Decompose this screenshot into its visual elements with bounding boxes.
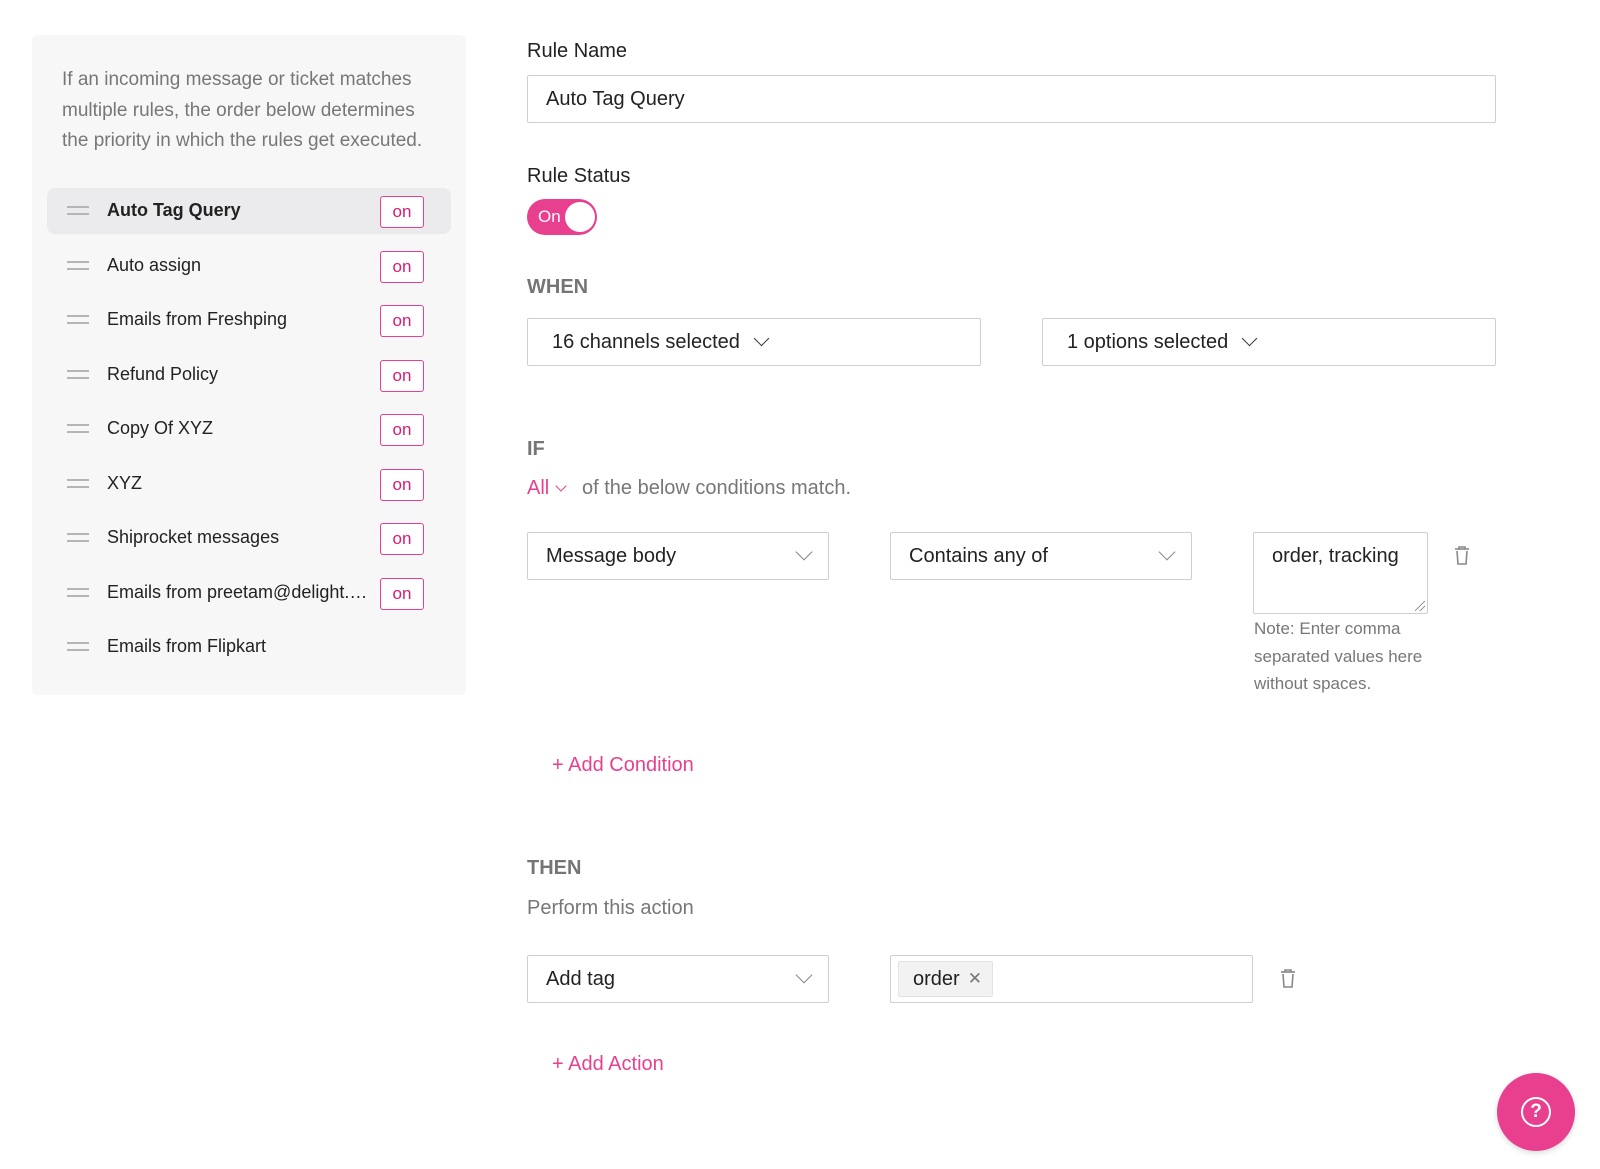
sidebar-priority-note: If an incoming message or ticket matches… <box>62 69 423 151</box>
drag-handle-icon[interactable] <box>67 260 89 270</box>
toggle-knob <box>565 202 595 232</box>
rule-item-shiprocket-messages[interactable]: Shiprocket messages on <box>47 515 451 561</box>
rule-item-label: Emails from preetam@delight.c... <box>107 581 369 602</box>
help-button[interactable]: ? <box>1497 1073 1575 1151</box>
drag-handle-icon[interactable] <box>67 587 89 597</box>
rule-status-badge: on <box>380 305 424 337</box>
condition-field-value: Message body <box>546 544 677 567</box>
rule-item-label: Copy Of XYZ <box>107 418 214 438</box>
delete-condition-trash-icon[interactable] <box>1452 544 1472 568</box>
rule-item-emails-from-flipkart[interactable]: Emails from Flipkart <box>47 624 451 670</box>
add-action-button[interactable]: + Add Action <box>552 1053 664 1076</box>
rule-name-value: Auto Tag Query <box>546 87 685 110</box>
question-icon: ? <box>1521 1097 1551 1127</box>
tag-chip-label: order <box>913 967 960 990</box>
condition-operator-select[interactable]: Contains any of <box>890 532 1192 580</box>
match-mode-value: All <box>527 477 550 499</box>
rule-item-emails-from-freshping[interactable]: Emails from Freshping on <box>47 297 451 343</box>
action-type-select[interactable]: Add tag <box>527 955 829 1003</box>
rule-item-refund-policy[interactable]: Refund Policy on <box>47 352 451 398</box>
rule-item-xyz[interactable]: XYZ on <box>47 461 451 507</box>
chevron-down-icon <box>1241 330 1258 346</box>
rule-item-label: Emails from Freshping <box>107 309 288 329</box>
chevron-down-icon <box>795 966 813 984</box>
rule-status-badge: on <box>380 577 424 610</box>
rule-item-label: Emails from Flipkart <box>107 636 267 656</box>
rule-status-badge: on <box>380 250 424 283</box>
chevron-down-icon <box>1158 543 1176 561</box>
then-heading: THEN <box>527 857 582 879</box>
rule-status-badge: on <box>380 523 424 555</box>
delete-action-trash-icon[interactable] <box>1278 967 1298 991</box>
condition-value-note: Note: Enter comma separated values here … <box>1254 619 1423 693</box>
drag-handle-icon[interactable] <box>67 533 89 542</box>
condition-field-select[interactable]: Message body <box>527 532 829 580</box>
rule-status-label: Rule Status <box>527 165 631 187</box>
channels-select[interactable]: 16 channels selected <box>527 318 981 366</box>
condition-value-textarea[interactable]: order, tracking <box>1253 532 1428 614</box>
channels-select-value: 16 channels selected <box>552 330 740 353</box>
options-select[interactable]: 1 options selected <box>1042 318 1496 366</box>
rule-item-label: Auto assign <box>107 254 202 275</box>
drag-handle-icon[interactable] <box>67 478 89 488</box>
then-subtitle: Perform this action <box>527 897 694 919</box>
rule-item-auto-tag-query[interactable]: Auto Tag Query on <box>47 188 451 234</box>
rule-status-toggle[interactable]: On <box>527 199 597 235</box>
rule-status-badge: on <box>380 196 424 228</box>
remove-tag-close-icon[interactable]: ✕ <box>968 969 982 989</box>
rule-item-emails-from-preetam[interactable]: Emails from preetam@delight.c... on <box>47 570 451 616</box>
rule-item-label: XYZ <box>107 472 143 493</box>
condition-operator-value: Contains any of <box>909 544 1048 567</box>
options-select-value: 1 options selected <box>1067 330 1229 353</box>
rules-sidebar: If an incoming message or ticket matches… <box>32 35 466 695</box>
when-heading: WHEN <box>527 276 589 298</box>
rule-item-label: Shiprocket messages <box>107 527 280 547</box>
rule-name-label: Rule Name <box>527 40 628 62</box>
drag-handle-icon[interactable] <box>67 369 89 379</box>
drag-handle-icon[interactable] <box>67 206 89 215</box>
rule-item-copy-of-xyz[interactable]: Copy Of XYZ on <box>47 406 451 452</box>
if-heading: IF <box>527 438 545 460</box>
resize-handle-icon[interactable] <box>1415 601 1425 611</box>
condition-value-text: order, tracking <box>1272 545 1399 567</box>
match-mode-dropdown[interactable]: All <box>527 477 567 500</box>
drag-handle-icon[interactable] <box>67 424 89 433</box>
add-condition-button[interactable]: + Add Condition <box>552 754 694 777</box>
chevron-down-icon <box>753 330 770 346</box>
rule-name-input[interactable]: Auto Tag Query <box>527 75 1496 123</box>
chevron-down-icon <box>555 480 567 492</box>
toggle-state-label: On <box>538 207 561 226</box>
rule-status-badge: on <box>380 468 424 501</box>
tag-chip: order ✕ <box>898 961 993 997</box>
rules-list: Auto Tag Query on Auto assign on Emails … <box>47 188 451 679</box>
rule-item-label: Refund Policy <box>107 363 219 384</box>
chevron-down-icon <box>795 543 813 561</box>
rule-item-auto-assign[interactable]: Auto assign on <box>47 243 451 289</box>
action-type-value: Add tag <box>546 967 615 990</box>
drag-handle-icon[interactable] <box>67 315 89 324</box>
drag-handle-icon[interactable] <box>67 642 89 651</box>
rule-status-badge: on <box>380 359 424 392</box>
rule-status-badge: on <box>380 414 424 446</box>
rule-item-label: Auto Tag Query <box>107 200 241 220</box>
match-mode-text: of the below conditions match. <box>582 477 852 499</box>
